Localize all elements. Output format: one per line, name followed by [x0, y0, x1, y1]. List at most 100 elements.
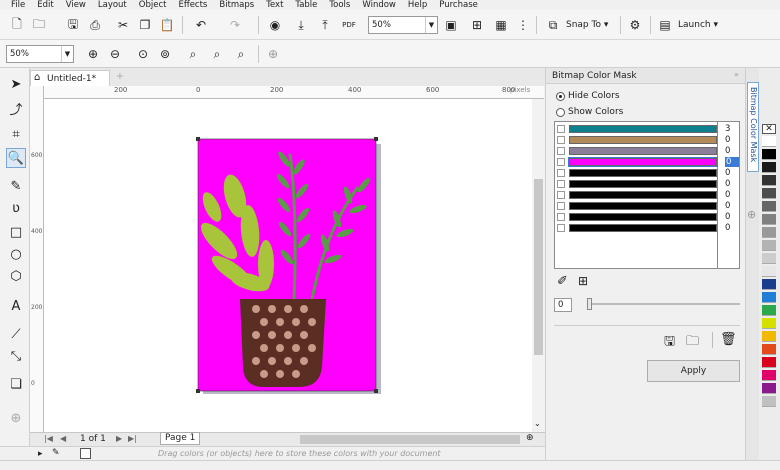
color-mask-list[interactable]: 3 0 0 0 0 0 0 0 0 0 — [554, 121, 740, 269]
color-bar-4[interactable] — [569, 169, 717, 177]
zoom-tool-icon[interactable]: 🔍 — [6, 148, 26, 168]
list-item[interactable]: 0 — [555, 179, 739, 189]
list-item[interactable]: 0 — [555, 190, 739, 200]
open-folder-icon[interactable]: 🗀 — [30, 16, 48, 34]
zoom-levels-select[interactable]: 50% ▼ — [6, 45, 74, 63]
vertical-scrollbar[interactable]: ⌄ — [532, 99, 545, 432]
color-bar-8[interactable] — [569, 213, 717, 221]
artistic-media-tool-icon[interactable]: ʋ — [6, 198, 26, 218]
color-swatch[interactable] — [762, 292, 776, 303]
menu-view[interactable]: View — [66, 0, 86, 10]
zoom-out-icon[interactable]: ⊖ — [106, 45, 124, 63]
color-swatch[interactable] — [762, 331, 776, 342]
tolerance-slider-track[interactable] — [588, 303, 740, 305]
grid-icon[interactable]: ▦ — [492, 16, 510, 34]
list-item[interactable]: 0 — [555, 146, 739, 156]
print-icon[interactable]: ⎙ — [86, 16, 104, 34]
open-mask-icon[interactable]: 🗀 — [686, 332, 699, 354]
row-checkbox[interactable] — [557, 224, 565, 232]
color-swatch[interactable] — [762, 344, 776, 355]
color-swatch[interactable] — [762, 253, 776, 264]
menu-tools[interactable]: Tools — [329, 0, 350, 10]
row-checkbox[interactable] — [557, 125, 565, 133]
color-swatch[interactable] — [762, 266, 776, 277]
crop-tool-icon[interactable]: ⌗ — [6, 124, 26, 144]
save-mask-icon[interactable]: 🖫 — [664, 332, 675, 354]
freehand-tool-icon[interactable]: ✎ — [6, 176, 26, 196]
pdf-icon[interactable]: PDF — [340, 16, 358, 34]
eyedropper-icon[interactable]: ✎ — [52, 448, 60, 458]
row-checkbox[interactable] — [557, 202, 565, 210]
rectangle-tool-icon[interactable]: □ — [6, 222, 26, 242]
ellipse-tool-icon[interactable]: ○ — [6, 244, 26, 264]
rulers-icon[interactable]: ⊞ — [468, 16, 486, 34]
list-item[interactable]: 0 — [555, 201, 739, 211]
row-checkbox[interactable] — [557, 180, 565, 188]
color-swatch[interactable] — [762, 175, 776, 186]
tolerance-input[interactable]: 0 — [554, 298, 572, 312]
first-page-icon[interactable]: |◀ — [44, 434, 53, 443]
new-tab-icon[interactable]: + — [114, 71, 126, 83]
zoom-to-page-icon[interactable]: ⌕ — [184, 45, 202, 63]
add-docker-icon[interactable]: ⊕ — [747, 208, 756, 221]
color-swatch[interactable] — [762, 149, 776, 160]
row-checkbox[interactable] — [557, 213, 565, 221]
menu-purchase[interactable]: Purchase — [439, 0, 478, 10]
copy-icon[interactable]: ❐ — [136, 16, 154, 34]
color-selector-eyedropper-icon[interactable]: ✐ — [557, 274, 568, 289]
drawing-canvas[interactable] — [44, 99, 532, 432]
expand-icon[interactable]: » — [734, 70, 739, 79]
snap-to-button[interactable]: Snap To ▾ — [566, 20, 608, 30]
list-item[interactable]: 0 — [555, 212, 739, 222]
cut-icon[interactable]: ✂ — [114, 16, 132, 34]
show-colors-radio[interactable] — [556, 108, 565, 117]
pick-tool-icon[interactable]: ➤ — [6, 74, 26, 94]
color-bar-3[interactable] — [568, 157, 718, 167]
list-item[interactable]: 0 — [555, 157, 739, 167]
color-bar-6[interactable] — [569, 191, 717, 199]
no-color-swatch[interactable] — [80, 448, 91, 459]
menu-effects[interactable]: Effects — [178, 0, 207, 10]
scrollbar-thumb[interactable] — [534, 179, 543, 355]
search-content-icon[interactable]: ◉ — [266, 16, 284, 34]
menu-layout[interactable]: Layout — [98, 0, 127, 10]
plant-illustration[interactable] — [44, 99, 532, 432]
color-swatch[interactable] — [762, 357, 776, 368]
zoom-to-all-objects-icon[interactable]: ⊚ — [156, 45, 174, 63]
chevron-down-icon[interactable]: ⌄ — [534, 419, 541, 428]
color-swatch[interactable] — [762, 396, 776, 407]
color-swatch[interactable] — [762, 240, 776, 251]
menu-table[interactable]: Table — [295, 0, 317, 10]
color-bar-2[interactable] — [569, 147, 717, 155]
color-bar-7[interactable] — [569, 202, 717, 210]
import-icon[interactable]: ⤓ — [292, 16, 310, 34]
zoom-in-icon[interactable]: ⊕ — [84, 45, 102, 63]
fill-indicator-icon[interactable]: ▸ — [38, 449, 43, 459]
color-swatch[interactable] — [762, 370, 776, 381]
list-item[interactable]: 0 — [555, 223, 739, 233]
delete-icon[interactable]: 🗑 — [720, 332, 737, 347]
color-bar-0[interactable] — [569, 125, 717, 133]
row-checkbox[interactable] — [557, 191, 565, 199]
zoom-navigator-icon[interactable]: ⊕ — [526, 433, 534, 443]
menu-window[interactable]: Window — [362, 0, 396, 10]
list-item[interactable]: 3 — [555, 124, 739, 134]
edit-color-icon[interactable]: ⊞ — [578, 274, 588, 288]
color-swatch[interactable] — [762, 136, 776, 147]
row-checkbox[interactable] — [557, 158, 565, 166]
color-bar-9[interactable] — [569, 224, 717, 232]
docker-tab[interactable]: Bitmap Color Mask — [747, 82, 759, 172]
add-preset-icon[interactable]: ⊕ — [264, 45, 282, 63]
color-swatch[interactable] — [762, 279, 776, 290]
list-item[interactable]: 0 — [555, 168, 739, 178]
document-tab[interactable]: ⌂ Untitled-1* — [30, 70, 110, 86]
page-tab[interactable]: Page 1 — [160, 432, 200, 445]
hide-colors-radio[interactable] — [556, 92, 565, 101]
list-item[interactable]: 0 — [555, 135, 739, 145]
no-fill-swatch[interactable]: ✕ — [762, 124, 776, 134]
color-swatch[interactable] — [762, 318, 776, 329]
color-swatch[interactable] — [762, 383, 776, 394]
menu-text[interactable]: Text — [266, 0, 283, 10]
paste-icon[interactable]: 📋 — [158, 16, 176, 34]
add-tool-icon[interactable]: ⊕ — [6, 408, 26, 428]
